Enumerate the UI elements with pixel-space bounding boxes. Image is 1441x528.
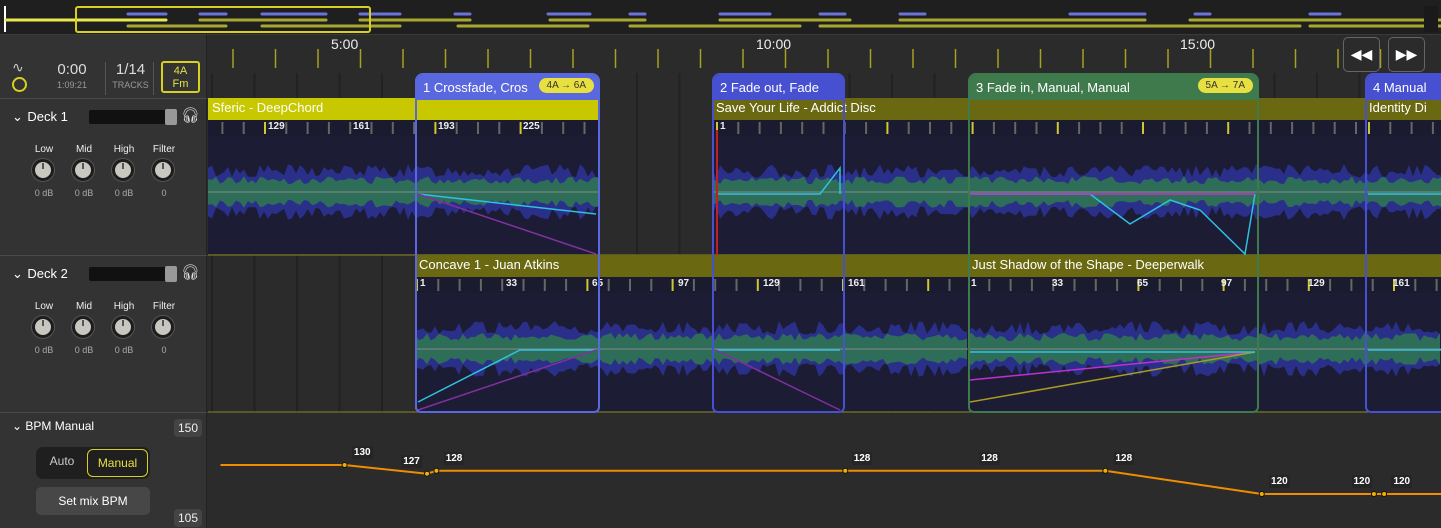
- bpm-label: 120: [1269, 475, 1290, 488]
- ruler-label-10-00: 10:00: [756, 36, 792, 52]
- key-change-badge: 5A → 7A: [1197, 78, 1253, 93]
- low-value: 0 dB: [34, 345, 54, 355]
- mid-label: Mid: [75, 301, 93, 312]
- headphones-icon[interactable]: 🎧︎: [181, 263, 200, 281]
- key-mode: Fm: [172, 78, 189, 90]
- deck-2-volume-fader[interactable]: [89, 266, 177, 282]
- filter-value: 0: [161, 345, 167, 355]
- high-knob[interactable]: [112, 316, 134, 338]
- beat-number: 161: [353, 121, 370, 132]
- deck-name: Deck 2: [27, 266, 68, 281]
- bpm-label: 128: [443, 451, 465, 465]
- deck-2-toggle[interactable]: ⌄ Deck 2: [12, 265, 68, 283]
- transition-2[interactable]: 2 Fade out, Fade: [712, 73, 845, 413]
- bpm-mode-toggle: Auto Manual: [36, 447, 150, 479]
- mid-knob[interactable]: [72, 316, 94, 338]
- mid-value: 0 dB: [74, 345, 94, 355]
- mid-knob[interactable]: [72, 159, 94, 181]
- current-time: 0:00: [57, 61, 87, 78]
- bpm-label: 128: [1113, 451, 1135, 465]
- clock-icon[interactable]: [12, 77, 27, 92]
- deck-1-toggle[interactable]: ⌄ Deck 1: [12, 108, 68, 126]
- low-knob[interactable]: [32, 316, 54, 338]
- bpm-label: 128: [979, 451, 1000, 465]
- beat-number: 129: [1308, 278, 1325, 289]
- beat-number: 97: [678, 278, 690, 289]
- bpm-label: 120: [1351, 475, 1373, 488]
- low-label: Low: [34, 144, 54, 155]
- bpm-label: 127: [401, 454, 422, 468]
- high-value: 0 dB: [114, 345, 134, 355]
- set-mix-bpm-button[interactable]: Set mix BPM: [36, 487, 150, 515]
- filter-label: Filter: [152, 144, 176, 155]
- deck-name: Deck 1: [27, 109, 68, 124]
- total-time: 1:09:21: [56, 80, 88, 90]
- ruler-ticks: [232, 49, 1424, 68]
- high-knob[interactable]: [112, 159, 134, 181]
- time-ruler[interactable]: 5:00 10:00 15:00: [208, 35, 1441, 73]
- key-button[interactable]: 4A Fm: [161, 61, 200, 93]
- divider: [153, 62, 154, 95]
- mix-overview[interactable]: [0, 0, 1441, 35]
- bpm-collapse-toggle[interactable]: ⌄ BPM Manual: [12, 419, 94, 433]
- low-value: 0 dB: [34, 188, 54, 198]
- bpm-title: BPM Manual: [25, 419, 95, 433]
- mid-label: Mid: [75, 144, 93, 155]
- mid-value: 0 dB: [74, 188, 94, 198]
- rewind-icon: ◀◀: [1350, 46, 1373, 62]
- bpm-scale-max: 150: [174, 419, 203, 437]
- bpm-label: 130: [351, 446, 373, 459]
- filter-value: 0: [161, 188, 167, 198]
- fast-forward-button[interactable]: ▶▶: [1388, 37, 1425, 72]
- high-label: High: [113, 144, 135, 155]
- filter-knob[interactable]: [152, 316, 174, 338]
- high-value: 0 dB: [114, 188, 134, 198]
- fast-forward-icon: ▶▶: [1395, 46, 1418, 62]
- track-count: 1/14: [115, 61, 146, 78]
- key-value: 4A: [173, 65, 188, 77]
- ruler-label-5-00: 5:00: [331, 36, 359, 52]
- deck-1-volume-fader[interactable]: [89, 109, 177, 125]
- transition-1[interactable]: 1 Crossfade, Cros 4A → 6A: [415, 73, 600, 413]
- low-knob[interactable]: [32, 159, 54, 181]
- chevron-down-icon: ⌄: [12, 266, 23, 281]
- overview-viewport[interactable]: [75, 6, 371, 33]
- rewind-button[interactable]: ◀◀: [1343, 37, 1380, 72]
- headphones-icon[interactable]: 🎧︎: [181, 106, 200, 124]
- bpm-scale-min: 105: [174, 509, 203, 527]
- high-label: High: [113, 301, 135, 312]
- bpm-label: 128: [851, 451, 873, 465]
- transition-3[interactable]: 3 Fade in, Manual, Manual 5A → 7A: [968, 73, 1259, 413]
- beat-number: 161: [848, 278, 865, 289]
- auto-mode-button[interactable]: Auto: [42, 454, 82, 468]
- transition-title: 4 Manual: [1367, 75, 1441, 100]
- waveform-icon[interactable]: ∿: [12, 59, 24, 76]
- transition-4[interactable]: 4 Manual: [1365, 73, 1441, 413]
- tracks-label: TRACKS: [112, 80, 149, 90]
- manual-mode-button[interactable]: Manual: [87, 449, 148, 477]
- filter-label: Filter: [152, 301, 176, 312]
- bpm-label: 120: [1391, 475, 1413, 488]
- beat-number: 129: [268, 121, 285, 132]
- ruler-label-15-00: 15:00: [1180, 36, 1216, 52]
- chevron-down-icon: ⌄: [12, 109, 23, 124]
- key-change-badge: 4A → 6A: [538, 78, 594, 93]
- filter-knob[interactable]: [152, 159, 174, 181]
- divider: [105, 62, 106, 95]
- low-label: Low: [34, 301, 54, 312]
- transition-title: 2 Fade out, Fade: [714, 75, 843, 100]
- chevron-down-icon: ⌄: [12, 419, 23, 433]
